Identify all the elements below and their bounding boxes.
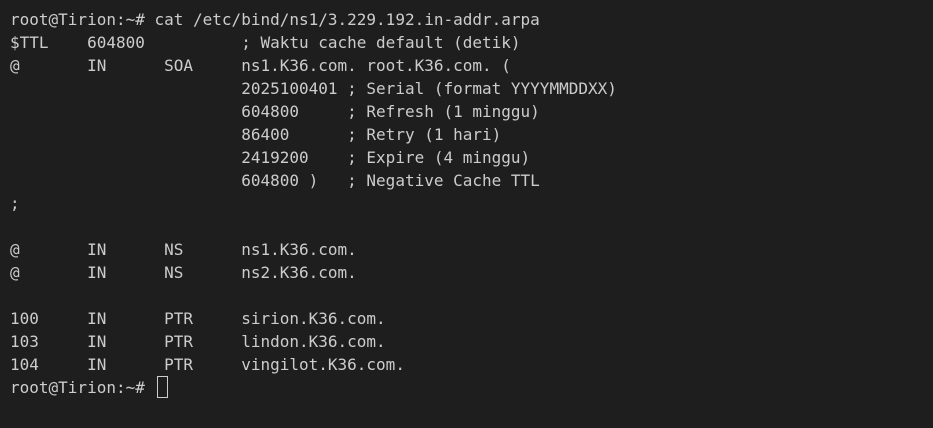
zone-soa-line: @ IN SOA ns1.K36.com. root.K36.com. ( [10, 56, 511, 75]
zone-serial-line: 2025100401 ; Serial (format YYYYMMDDXX) [10, 79, 617, 98]
zone-retry-line: 86400 ; Retry (1 hari) [10, 125, 502, 144]
command-line: root@Tirion:~# cat /etc/bind/ns1/3.229.1… [10, 10, 540, 29]
prompt-line[interactable]: root@Tirion:~# [10, 376, 933, 399]
terminal-window[interactable]: root@Tirion:~# cat /etc/bind/ns1/3.229.1… [0, 0, 933, 428]
cursor [156, 376, 168, 398]
zone-negative-ttl-line: 604800 ) ; Negative Cache TTL [10, 171, 540, 190]
zone-ptr-record: 103 IN PTR lindon.K36.com. [10, 332, 386, 351]
zone-ptr-record: 104 IN PTR vingilot.K36.com. [10, 355, 405, 374]
zone-ns-record: @ IN NS ns2.K36.com. [10, 263, 357, 282]
zone-refresh-line: 604800 ; Refresh (1 minggu) [10, 102, 540, 121]
shell-prompt: root@Tirion:~# [10, 378, 155, 397]
zone-expire-line: 2419200 ; Expire (4 minggu) [10, 148, 531, 167]
zone-ptr-record: 100 IN PTR sirion.K36.com. [10, 309, 386, 328]
zone-comment-line: ; [10, 194, 20, 213]
zone-ttl-line: $TTL 604800 ; Waktu cache default (detik… [10, 33, 521, 52]
zone-ns-record: @ IN NS ns1.K36.com. [10, 240, 357, 259]
